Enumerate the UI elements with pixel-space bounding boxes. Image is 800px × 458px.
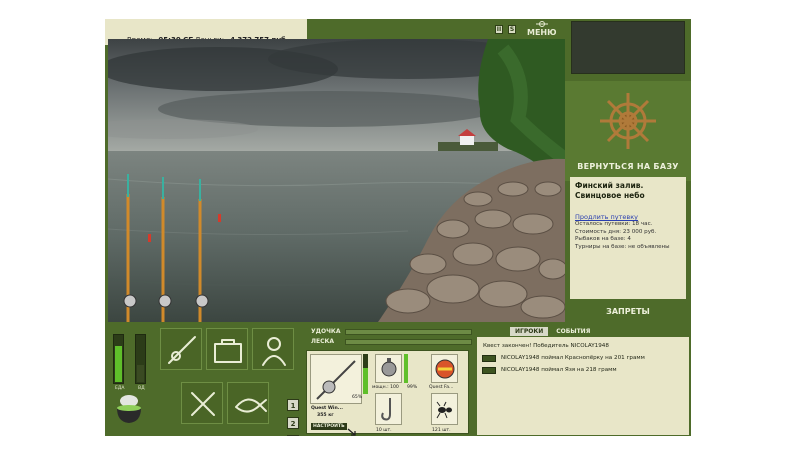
bottom-panel: ЕДА ВД 1 2 3 УДОЧК xyxy=(105,324,691,436)
rod-slot-2[interactable]: 2 xyxy=(287,417,299,429)
reel-percent: 99% xyxy=(407,385,418,390)
top-controls: II S МЕНЮ xyxy=(495,21,557,37)
ship-wheel-icon[interactable] xyxy=(565,81,691,161)
float-icon xyxy=(435,359,455,379)
bans-button[interactable]: ЗАПРЕТЫ xyxy=(565,307,691,316)
configure-button[interactable]: НАСТРОИТЬ xyxy=(311,423,347,430)
location-info: Финский залив. Свинцовое небо Продлить п… xyxy=(570,177,686,299)
rod-percent: 65% xyxy=(352,395,363,400)
reel-icon xyxy=(381,358,397,377)
kitchen-button[interactable] xyxy=(181,382,223,424)
log-tabs: ИГРОКИ СОБЫТИЯ xyxy=(510,327,595,336)
rod-icon xyxy=(168,336,196,364)
day-cost: Стоимость дня: 23 000 руб. xyxy=(575,228,657,235)
tackle-box-icon xyxy=(214,339,242,363)
rod-slot-1[interactable]: 1 xyxy=(287,399,299,411)
fork-knife-icon xyxy=(191,392,215,416)
rod-wear-bar xyxy=(363,354,368,394)
return-to-base-button[interactable]: ВЕРНУТЬСЯ НА БАЗУ xyxy=(565,162,691,171)
status-bars: ЕДА ВД xyxy=(111,334,151,394)
bait-slot[interactable] xyxy=(431,393,458,425)
hook-icon xyxy=(381,398,391,421)
food-bar xyxy=(113,334,124,384)
location-name: Финский залив. xyxy=(575,181,644,190)
game-window: Время:05:30 СБ Деньги:4 372 757 руб. II … xyxy=(105,19,691,436)
extend-permit-link[interactable]: Продлить путевку xyxy=(575,213,681,221)
drink-bar xyxy=(135,334,146,384)
rod-tension-bar xyxy=(345,329,472,335)
permit-time-left: Осталось путевки: 18 час. xyxy=(575,221,653,227)
weather-name: Свинцовое небо xyxy=(575,191,645,200)
log-message: Квест закончен! Победитель NICOLAY1948 xyxy=(483,343,609,349)
float-slot[interactable] xyxy=(431,354,458,383)
right-panel: ВЕРНУТЬСЯ НА БАЗУ Финский залив. Свинцов… xyxy=(565,19,691,324)
expand-arrow-icon[interactable] xyxy=(347,421,357,436)
tension-meters: УДОЧКА ЛЕСКА xyxy=(309,327,475,349)
tackle-box-button[interactable] xyxy=(206,328,248,370)
cauldron-icon[interactable] xyxy=(113,390,145,426)
log-message: NICOLAY1948 поймал Язя на 218 грамм xyxy=(501,367,617,373)
chat-log-panel: ИГРОКИ СОБЫТИЯ Квест закончен! Победител… xyxy=(473,324,691,436)
fish-icon xyxy=(235,398,267,413)
fishing-scene[interactable] xyxy=(108,39,565,322)
sound-button[interactable]: S xyxy=(508,24,516,34)
bait-count: 121 шт. xyxy=(432,428,451,433)
rod-slot-3[interactable]: 3 xyxy=(287,435,299,436)
hook-slot[interactable] xyxy=(375,393,402,425)
rod-tension-label: УДОЧКА xyxy=(311,328,341,335)
tab-players[interactable]: ИГРОКИ xyxy=(510,327,549,336)
gear-panel: Quest Win... 355 кг 65% НАСТРОИТЬ мощн.:… xyxy=(306,350,469,436)
menu-label: МЕНЮ xyxy=(527,28,557,37)
float-name: Quest Fa... xyxy=(429,385,454,390)
log-message: NICOLAY1948 поймал Краснопёрку на 201 гр… xyxy=(501,355,645,361)
distant-house xyxy=(460,135,474,145)
lake-view xyxy=(108,39,565,322)
pause-button[interactable]: II xyxy=(495,24,503,34)
tab-events[interactable]: СОБЫТИЯ xyxy=(551,327,595,336)
rods-button[interactable] xyxy=(160,328,202,370)
menu-wheel-icon xyxy=(535,21,548,27)
reel-slot[interactable] xyxy=(375,354,402,383)
menu-button[interactable]: МЕНЮ xyxy=(527,21,557,37)
rod-name: Quest Win... xyxy=(311,406,343,411)
reel-wear-bar xyxy=(404,354,408,383)
tournaments-info: Турниры на базе: не объявлены xyxy=(575,243,670,250)
map-monitor xyxy=(571,21,685,74)
reel-power: мощн.: 100 xyxy=(372,385,399,390)
line-tension-bar xyxy=(345,339,472,345)
line-tension-label: ЛЕСКА xyxy=(311,338,335,345)
fisherman-icon xyxy=(262,337,286,366)
hook-count: 10 шт. xyxy=(376,428,392,433)
bait-ant-icon xyxy=(436,401,452,419)
rod-weight: 355 кг xyxy=(317,413,334,418)
fish-event-icon xyxy=(482,355,496,362)
fish-catch-button[interactable] xyxy=(227,382,269,424)
profile-button[interactable] xyxy=(252,328,294,370)
log-body: Квест закончен! Победитель NICOLAY1948 N… xyxy=(477,337,689,435)
anglers-count: Рыбаков на базе: 4 xyxy=(575,236,631,242)
fish-event-icon xyxy=(482,367,496,374)
